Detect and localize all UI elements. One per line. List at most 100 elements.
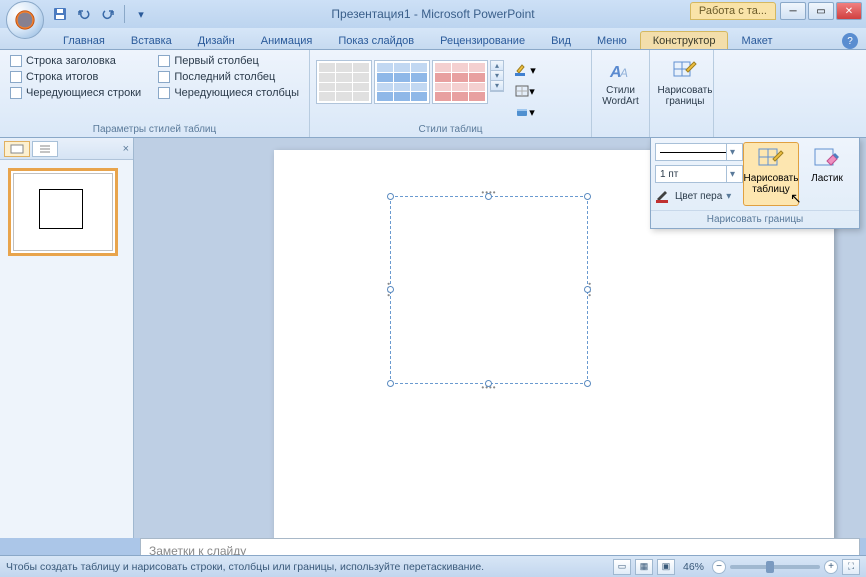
help-button[interactable]: ? [842, 33, 858, 49]
redo-button[interactable] [98, 4, 118, 24]
chk-banded-cols[interactable]: Чередующиеся столбцы [154, 86, 303, 100]
eraser-label: Ластик [811, 173, 843, 184]
group-table-styles: ▴ ▾ ▾ ▾ ▾ ▾ Стили таблиц [310, 50, 592, 137]
group-label-options: Параметры стилей таблиц [6, 122, 303, 137]
svg-text:A: A [619, 66, 628, 80]
style-thumb-blue[interactable] [374, 60, 430, 104]
minimize-button[interactable]: ─ [780, 2, 806, 20]
titlebar: ▾ Презентация1 - Microsoft PowerPoint Ра… [0, 0, 866, 28]
zoom-in-button[interactable]: + [824, 560, 838, 574]
tab-constructor[interactable]: Конструктор [640, 31, 729, 49]
panel-close-button[interactable]: × [123, 143, 129, 155]
effects-button[interactable]: ▾ [510, 102, 540, 122]
borders-button[interactable]: ▾ [510, 81, 540, 101]
zoom-out-button[interactable]: − [712, 560, 726, 574]
tab-home[interactable]: Главная [50, 31, 118, 49]
tab-layout[interactable]: Макет [728, 31, 785, 49]
chk-total-row[interactable]: Строка итогов [6, 70, 154, 84]
workspace: × 1 •••• •••• •••• •••• [0, 138, 866, 538]
chk-header-row[interactable]: Строка заголовка [6, 54, 154, 68]
tab-menu[interactable]: Меню [584, 31, 640, 49]
handle-rm[interactable] [584, 286, 591, 293]
tab-insert[interactable]: Вставка [118, 31, 185, 49]
gallery-down[interactable]: ▾ [491, 71, 503, 81]
wordart-label: Стили WordArt [601, 85, 640, 107]
chk-banded-rows[interactable]: Чередующиеся строки [6, 86, 154, 100]
group-label-styles: Стили таблиц [316, 122, 585, 137]
pen-color-icon [655, 189, 671, 203]
wordart-styles-button[interactable]: AA Стили WordArt [598, 54, 643, 112]
thumbnail-list: 1 [0, 160, 133, 264]
tab-review[interactable]: Рецензирование [427, 31, 538, 49]
tab-design[interactable]: Дизайн [185, 31, 248, 49]
selected-table[interactable]: •••• •••• •••• •••• [390, 196, 588, 384]
chk-banded-rows-label: Чередующиеся строки [26, 87, 141, 99]
shading-button[interactable]: ▾ [510, 60, 540, 80]
slide-panel-tabs: × [0, 138, 133, 160]
line-weight-value: 1 пт [660, 169, 678, 180]
view-normal-button[interactable]: ▭ [613, 559, 631, 575]
office-logo-icon [14, 9, 36, 31]
slide-panel: × 1 [0, 138, 134, 538]
view-sorter-button[interactable]: ▦ [635, 559, 653, 575]
line-style-selector[interactable]: ▾ [655, 143, 743, 161]
zoom-fit-button[interactable]: ⛶ [842, 559, 860, 575]
save-button[interactable] [50, 4, 70, 24]
handle-bl[interactable] [387, 380, 394, 387]
qat-customize-button[interactable]: ▾ [131, 4, 151, 24]
close-button[interactable]: ✕ [836, 2, 862, 20]
handle-tr[interactable] [584, 193, 591, 200]
handle-tm[interactable] [485, 193, 492, 200]
view-slideshow-button[interactable]: ▣ [657, 559, 675, 575]
chk-last-col[interactable]: Последний столбец [154, 70, 303, 84]
ribbon: Строка заголовка Строка итогов Чередующи… [0, 50, 866, 138]
handle-tl[interactable] [387, 193, 394, 200]
chk-first-col[interactable]: Первый столбец [154, 54, 303, 68]
draw-table-label: Нарисовать таблицу [744, 173, 799, 195]
undo-button[interactable] [74, 4, 94, 24]
zoom-thumb[interactable] [766, 561, 774, 573]
chk-last-col-label: Последний столбец [174, 71, 275, 83]
tab-slideshow[interactable]: Показ слайдов [325, 31, 427, 49]
contextual-tab-label: Работа с та... [690, 2, 776, 20]
handle-lm[interactable] [387, 286, 394, 293]
office-button[interactable] [6, 1, 44, 39]
window-title: Презентация1 - Microsoft PowerPoint [331, 7, 534, 21]
pen-color-label[interactable]: Цвет пера [675, 191, 722, 202]
canvas-area[interactable]: •••• •••• •••• •••• ▾ 1 пт▾ [134, 138, 866, 538]
style-thumb-red[interactable] [432, 60, 488, 104]
quick-access-toolbar: ▾ [50, 4, 151, 24]
zoom-slider[interactable] [730, 565, 820, 569]
slides-tab[interactable] [4, 141, 30, 157]
draw-table-icon [757, 147, 785, 171]
popup-footer-label: Нарисовать границы [651, 210, 859, 228]
slide-thumbnail[interactable] [8, 168, 118, 256]
gallery-up[interactable]: ▴ [491, 61, 503, 71]
draw-borders-label: Нарисовать границы [658, 85, 713, 107]
group-table-style-options: Строка заголовка Строка итогов Чередующи… [0, 50, 310, 137]
eraser-button[interactable]: Ластик [799, 142, 855, 206]
group-draw-borders: Нарисовать границы [650, 50, 714, 137]
group-wordart: AA Стили WordArt [592, 50, 650, 137]
status-hint: Чтобы создать таблицу и нарисовать строк… [6, 561, 484, 573]
gallery-scroll: ▴ ▾ ▾ [490, 60, 504, 92]
tab-view[interactable]: Вид [538, 31, 584, 49]
wordart-icon: AA [607, 59, 635, 83]
handle-bm[interactable] [485, 380, 492, 387]
window-controls: ─ ▭ ✕ [780, 2, 862, 20]
maximize-button[interactable]: ▭ [808, 2, 834, 20]
draw-borders-popup: ▾ 1 пт▾ Цвет пера▾ Нарисовать таблицу [650, 138, 860, 229]
tab-animation[interactable]: Анимация [248, 31, 326, 49]
gallery-more[interactable]: ▾ [491, 81, 503, 91]
ribbon-tabs: Главная Вставка Дизайн Анимация Показ сл… [0, 28, 866, 50]
style-thumb-plain[interactable] [316, 60, 372, 104]
table-style-gallery[interactable]: ▴ ▾ ▾ ▾ ▾ ▾ [316, 60, 540, 122]
chk-total-row-label: Строка итогов [26, 71, 98, 83]
eraser-icon [813, 147, 841, 171]
zoom-percent[interactable]: 46% [679, 561, 708, 573]
draw-borders-button[interactable]: Нарисовать границы [656, 54, 714, 112]
handle-br[interactable] [584, 380, 591, 387]
draw-table-button[interactable]: Нарисовать таблицу [743, 142, 799, 206]
line-weight-selector[interactable]: 1 пт▾ [655, 165, 743, 183]
outline-tab[interactable] [32, 141, 58, 157]
